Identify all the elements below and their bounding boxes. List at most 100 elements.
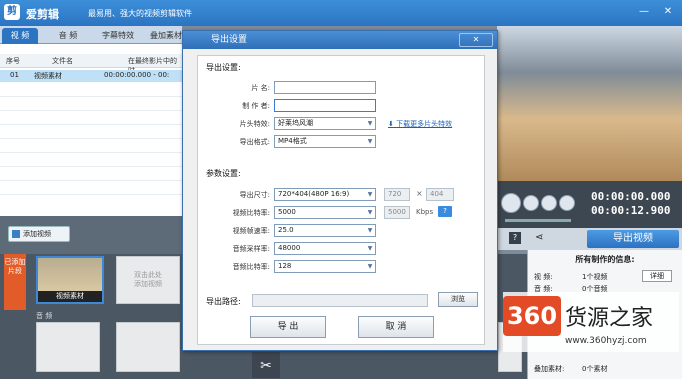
kbps-label: Kbps: [416, 208, 434, 216]
empty-clip-slot[interactable]: 双击此处 添加视频: [116, 256, 180, 304]
storyboard-side-label: 已添加片段: [4, 254, 26, 310]
divider: [0, 110, 182, 111]
chevron-down-icon: ▼: [367, 245, 373, 252]
divider: [0, 180, 182, 181]
fast-forward-icon[interactable]: [559, 195, 575, 211]
row-index: 01: [10, 71, 19, 79]
fps-label: 视频帧速率:: [232, 227, 270, 235]
row-filename: 视频素材: [34, 72, 62, 80]
empty-slot-text: 双击此处 添加视频: [134, 271, 162, 288]
video-bitrate-label: 视频比特率:: [232, 209, 270, 217]
tab-bar: 视 频 音 频 字幕特效 叠加素材: [0, 26, 182, 44]
watermark-logo: 360: [503, 296, 561, 336]
dialog-title: 导出设置: [211, 35, 248, 45]
opening-effect-select[interactable]: 好莱坞风潮 ▼: [274, 117, 376, 130]
table-header: 序号 文件名 在最终影片中的时: [0, 54, 182, 75]
chevron-down-icon: ▼: [367, 263, 373, 270]
table-row[interactable]: 01 视频素材 00:00:00.000 - 00:: [0, 70, 182, 82]
audio-slot[interactable]: [116, 322, 180, 372]
size-label: 导出尺寸:: [239, 191, 270, 199]
cancel-button[interactable]: 取 消: [358, 316, 434, 338]
help-icon[interactable]: ?: [438, 206, 452, 217]
tab-audio[interactable]: 音 频: [50, 28, 86, 44]
height-input[interactable]: 404: [426, 188, 454, 201]
width-input[interactable]: 720: [384, 188, 410, 201]
scissors-icon[interactable]: ✂: [252, 352, 280, 378]
tab-video[interactable]: 视 频: [2, 28, 38, 44]
player-controls: 00:00:00.000 00:00:12.900: [497, 181, 682, 228]
app-logo-icon: 剪: [4, 4, 20, 20]
download-link-label: 下载更多片头特效: [396, 120, 453, 128]
divider: [0, 166, 182, 167]
row-time: 00:00:00.000 - 00:: [104, 71, 170, 79]
close-icon: ✕: [472, 35, 480, 44]
export-button[interactable]: 导 出: [250, 316, 326, 338]
dialog-close-button[interactable]: ✕: [459, 33, 493, 47]
export-video-button[interactable]: 导出视频: [587, 230, 679, 248]
size-value: 720*404(480P 16:9): [278, 190, 350, 198]
total-time: 00:00:12.900: [591, 204, 671, 217]
format-value: MP4格式: [278, 137, 307, 145]
current-time: 00:00:00.000: [591, 190, 671, 203]
file-list: 序号 文件名 在最终影片中的时 01 视频素材 00:00:00.000 - 0…: [0, 44, 182, 216]
size-select[interactable]: 720*404(480P 16:9) ▼: [274, 188, 376, 201]
info-detail-button[interactable]: 详细: [642, 270, 672, 282]
clip-thumbnail[interactable]: 视频素材: [36, 256, 104, 304]
tab-overlay[interactable]: 叠加素材: [146, 28, 186, 44]
audio-slot[interactable]: [36, 322, 100, 372]
export-bar: ? ⋖ 导出视频: [497, 228, 682, 250]
dialog-title-bar: 导出设置 ✕: [183, 31, 497, 49]
info-overlay-key: 叠加素材:: [534, 365, 565, 373]
col-index: 序号: [6, 57, 20, 65]
divider: [0, 138, 182, 139]
info-title: 所有制作的信息:: [575, 255, 635, 264]
sample-rate-select[interactable]: 48000 ▼: [274, 242, 376, 255]
browse-button[interactable]: 浏览: [438, 292, 478, 307]
divider: [0, 96, 182, 97]
help-icon[interactable]: ?: [509, 232, 521, 244]
path-input[interactable]: [252, 294, 428, 307]
tab-subtitle[interactable]: 字幕特效: [96, 28, 140, 44]
share-icon[interactable]: ⋖: [535, 232, 543, 243]
author-label: 制 作 者:: [242, 102, 270, 110]
minimize-icon[interactable]: —: [634, 3, 654, 21]
stop-icon[interactable]: [523, 195, 539, 211]
audio-track-label: 音 频: [36, 312, 53, 320]
path-label: 导出路径:: [206, 297, 241, 306]
close-window-icon[interactable]: ✕: [658, 3, 678, 21]
video-bitrate-select[interactable]: 5000 ▼: [274, 206, 376, 219]
video-bitrate-custom[interactable]: 5000: [384, 206, 410, 219]
next-frame-icon[interactable]: [541, 195, 557, 211]
fps-select[interactable]: 25.0 ▼: [274, 224, 376, 237]
chevron-down-icon: ▼: [367, 209, 373, 216]
divider: [0, 124, 182, 125]
download-icon: ⬇: [388, 120, 394, 128]
audio-bitrate-select[interactable]: 128 ▼: [274, 260, 376, 273]
chevron-down-icon: ▼: [367, 138, 373, 145]
sample-rate-value: 48000: [278, 244, 301, 252]
play-icon[interactable]: [501, 193, 521, 213]
video-bitrate-value: 5000: [278, 208, 296, 216]
chevron-down-icon: ▼: [367, 191, 373, 198]
fps-value: 25.0: [278, 226, 294, 234]
format-select[interactable]: MP4格式 ▼: [274, 135, 376, 148]
name-input[interactable]: [274, 81, 376, 94]
col-filename: 文件名: [52, 57, 73, 65]
divider: [0, 194, 182, 195]
name-label: 片 名:: [251, 84, 270, 92]
size-times: ×: [416, 189, 423, 198]
export-section-title: 导出设置:: [206, 63, 241, 72]
format-label: 导出格式:: [239, 138, 270, 146]
app-slogan: 最易用、强大的视频剪辑软件: [88, 9, 192, 18]
watermark-text: 货源之家: [565, 306, 654, 331]
download-effects-link[interactable]: ⬇ 下载更多片头特效: [388, 119, 452, 129]
watermark-url: www.360hyzj.com: [565, 336, 647, 346]
author-input[interactable]: [274, 99, 376, 112]
audio-bitrate-label: 音频比特率:: [232, 263, 270, 271]
add-video-button[interactable]: 添加视频: [8, 226, 70, 242]
volume-slider[interactable]: [505, 219, 571, 222]
watermark: 360 货源之家 www.360hyzj.com: [503, 292, 679, 352]
video-preview: [497, 26, 682, 181]
divider: [0, 152, 182, 153]
export-dialog: 导出设置 ✕ 导出设置: 片 名: 制 作 者: 片头特效: 好莱坞风潮 ▼ ⬇…: [182, 30, 498, 351]
